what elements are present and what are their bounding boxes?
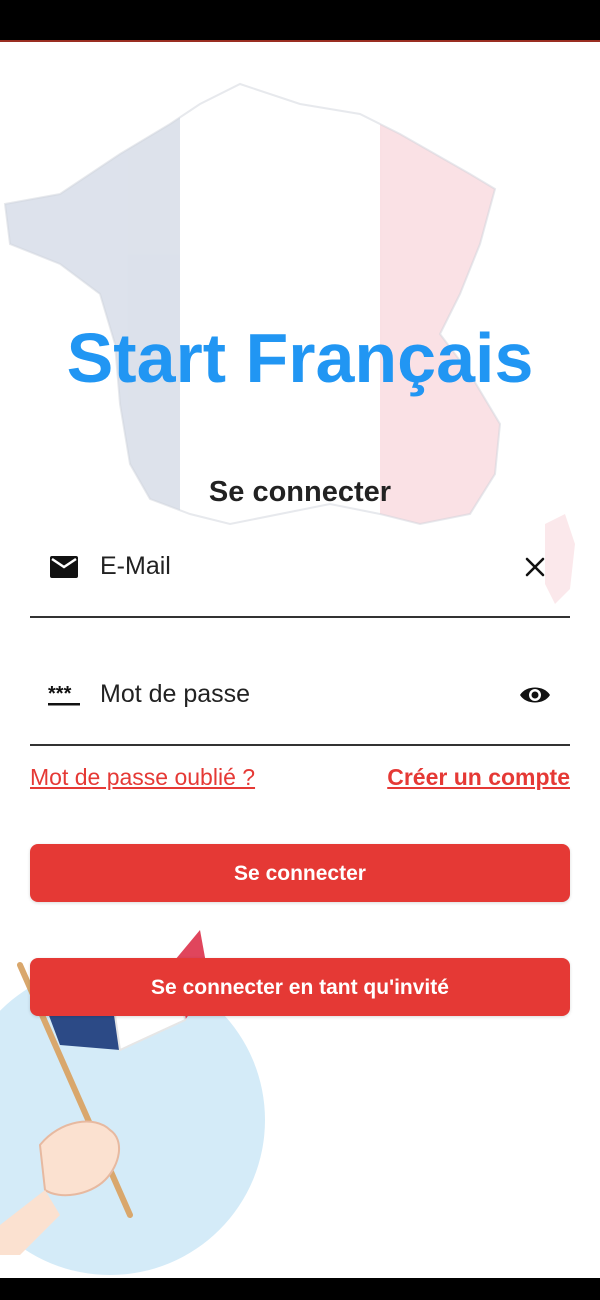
close-icon[interactable] <box>518 550 552 584</box>
email-label: E-Mail <box>100 552 171 580</box>
navigation-bar <box>0 1278 600 1300</box>
status-bar <box>0 0 600 42</box>
eye-icon[interactable] <box>518 678 552 712</box>
password-dots-icon: *** <box>48 683 80 706</box>
create-account-link[interactable]: Créer un compte <box>387 764 570 791</box>
guest-login-button[interactable]: Se connecter en tant qu'invité <box>30 958 570 1016</box>
password-label: Mot de passe <box>100 680 251 708</box>
password-field[interactable]: *** Mot de passe <box>30 658 570 746</box>
app-title: Start Français <box>66 319 534 397</box>
svg-text:***: *** <box>48 683 72 705</box>
forgot-password-link[interactable]: Mot de passe oublié ? <box>30 764 255 791</box>
login-heading: Se connecter <box>208 476 392 508</box>
mail-icon <box>50 556 78 578</box>
email-field[interactable]: E-Mail <box>30 530 570 618</box>
login-button[interactable]: Se connecter <box>30 844 570 902</box>
